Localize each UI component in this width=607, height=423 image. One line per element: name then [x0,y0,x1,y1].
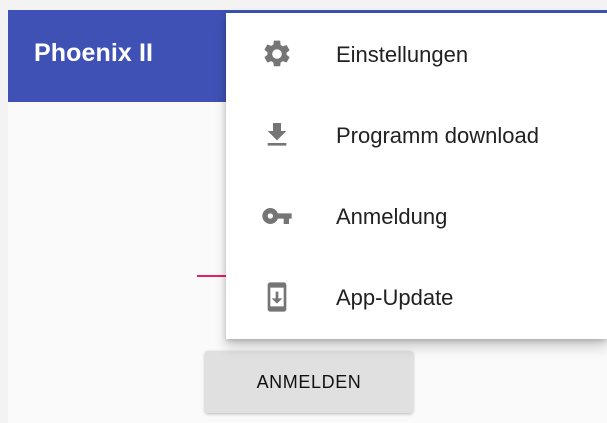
menu-item-label-app-update: App-Update [336,285,454,310]
overflow-menu: Einstellungen Programm download Anmeldun… [226,13,607,339]
app-title: Phoenix II [34,39,154,67]
menu-item-label-program-download: Programm download [336,123,539,148]
menu-item-label-login: Anmeldung [336,204,448,229]
menu-item-login[interactable]: Anmeldung [226,175,607,256]
menu-item-program-download[interactable]: Programm download [226,94,607,175]
menu-item-label-settings: Einstellungen [336,42,469,67]
download-icon [261,119,293,151]
menu-item-app-update[interactable]: App-Update [226,256,607,337]
login-button[interactable]: ANMELDEN [205,351,413,413]
key-icon [261,200,293,232]
system-update-icon [261,281,293,313]
menu-item-settings[interactable]: Einstellungen [226,13,607,94]
settings-icon [261,38,293,70]
